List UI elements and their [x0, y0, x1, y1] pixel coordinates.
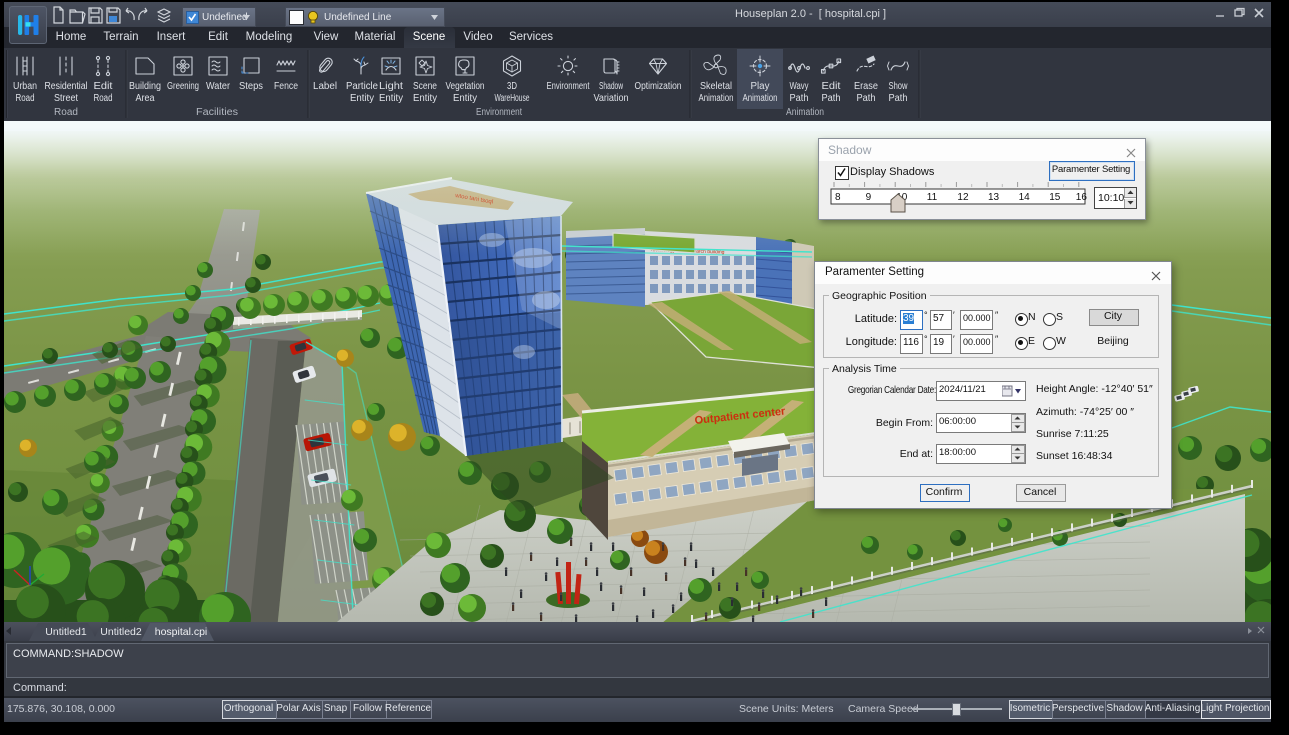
svg-text:Optimization: Optimization: [635, 81, 682, 92]
svg-text:13: 13: [988, 192, 1000, 203]
svg-text:Area: Area: [136, 93, 155, 104]
svg-text:Street: Street: [54, 93, 78, 104]
svg-text:Particle: Particle: [346, 81, 378, 92]
svg-text:Road: Road: [94, 93, 113, 104]
svg-text:Environment: Environment: [476, 107, 522, 118]
svg-text:Entity: Entity: [413, 93, 437, 104]
svg-text:Play: Play: [751, 81, 770, 92]
svg-text:Road: Road: [16, 93, 35, 104]
svg-text:14: 14: [1019, 192, 1031, 203]
svg-text:hospital.cpi: hospital.cpi: [155, 626, 208, 638]
svg-text:Show: Show: [889, 81, 909, 92]
svg-text:Greening: Greening: [167, 81, 199, 92]
svg-text:Untitled2: Untitled2: [100, 626, 142, 638]
svg-text:Building: Building: [129, 81, 161, 92]
svg-text:Animation: Animation: [743, 93, 778, 104]
svg-text:Shadow: Shadow: [599, 81, 624, 92]
svg-text:Animation: Animation: [699, 93, 734, 104]
svg-text:Path: Path: [822, 93, 841, 104]
svg-text:Residential: Residential: [45, 81, 88, 92]
svg-text:3D: 3D: [507, 81, 517, 92]
svg-text:Entity: Entity: [379, 93, 403, 104]
svg-text:Light: Light: [379, 81, 403, 92]
svg-text:Urban: Urban: [13, 81, 37, 92]
svg-text:Edit: Edit: [822, 81, 841, 92]
svg-text:Variation: Variation: [594, 93, 629, 104]
svg-text:Erase: Erase: [854, 81, 878, 92]
svg-text:16: 16: [1076, 192, 1088, 203]
svg-text:Label: Label: [313, 81, 337, 92]
svg-text:Path: Path: [857, 93, 876, 104]
svg-text:Steps: Steps: [239, 81, 263, 92]
svg-text:Untitled1: Untitled1: [45, 626, 87, 638]
svg-text:15: 15: [1049, 192, 1061, 203]
svg-text:Vegetation: Vegetation: [446, 81, 485, 92]
svg-text:Path: Path: [889, 93, 908, 104]
svg-text:Road: Road: [54, 107, 78, 118]
svg-text:Scene: Scene: [413, 81, 437, 92]
svg-text:Entity: Entity: [453, 93, 477, 104]
svg-text:9: 9: [866, 192, 872, 203]
svg-text:Edit: Edit: [94, 81, 113, 92]
svg-text:Skeletal: Skeletal: [700, 81, 732, 92]
svg-text:WareHouse: WareHouse: [495, 93, 530, 104]
svg-text:12: 12: [957, 192, 969, 203]
svg-text:8: 8: [835, 192, 841, 203]
svg-text:Path: Path: [790, 93, 809, 104]
svg-text:Water: Water: [206, 81, 231, 92]
svg-text:Entity: Entity: [350, 93, 374, 104]
svg-text:Facilities: Facilities: [196, 107, 238, 118]
svg-text:11: 11: [927, 192, 938, 203]
svg-text:Wavy: Wavy: [790, 81, 809, 92]
svg-text:Fence: Fence: [274, 81, 298, 92]
svg-text:Environment: Environment: [547, 81, 590, 92]
svg-text:Animation: Animation: [786, 107, 824, 118]
